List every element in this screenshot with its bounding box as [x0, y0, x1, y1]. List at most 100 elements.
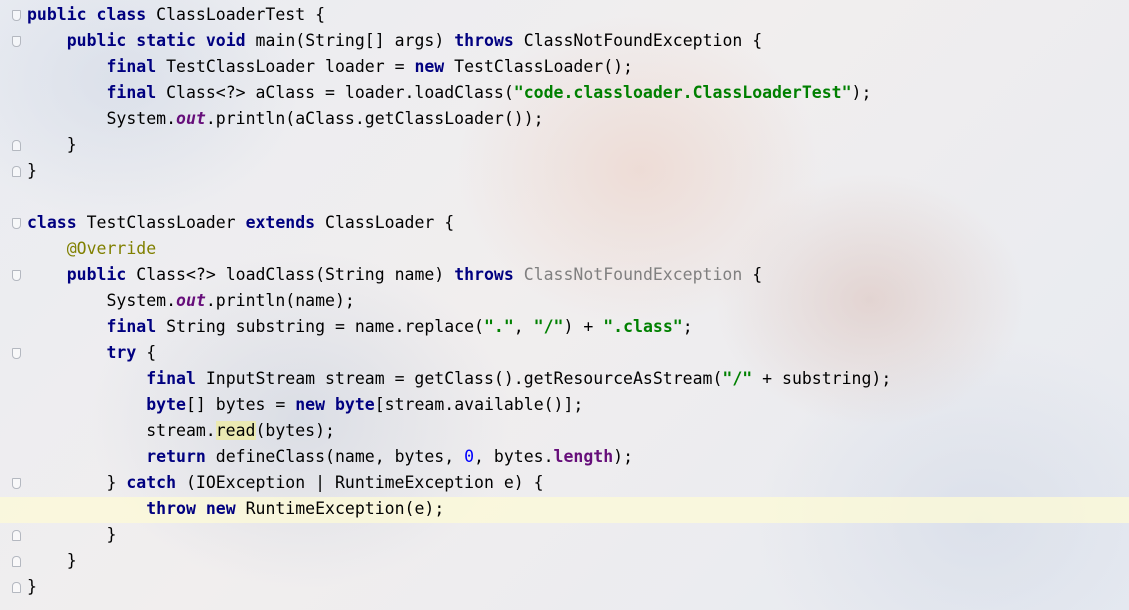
- code-token: }: [27, 135, 77, 154]
- code-line[interactable]: [27, 184, 891, 210]
- code-line[interactable]: throw new RuntimeException(e);: [27, 496, 891, 522]
- fold-open-icon[interactable]: [12, 478, 21, 489]
- code-token: }: [27, 525, 117, 544]
- code-token: public: [66, 31, 127, 50]
- code-token: @Override: [66, 239, 157, 258]
- code-token: new: [295, 395, 326, 414]
- code-token: }: [27, 473, 127, 492]
- code-line[interactable]: final InputStream stream = getClass().ge…: [27, 366, 891, 392]
- code-token: .println(name);: [205, 291, 355, 310]
- code-line[interactable]: }: [27, 574, 891, 600]
- code-token: ClassLoaderTest {: [146, 5, 326, 24]
- code-token: }: [27, 577, 37, 596]
- code-token: public: [66, 265, 127, 284]
- fold-open-icon[interactable]: [12, 270, 21, 281]
- code-token: return: [146, 447, 206, 466]
- fold-close-icon[interactable]: [12, 530, 21, 541]
- code-line[interactable]: }: [27, 132, 891, 158]
- code-token: TestClassLoader loader =: [156, 57, 415, 76]
- code-line[interactable]: public static void main(String[] args) t…: [27, 28, 891, 54]
- code-token: "code.classloader.ClassLoaderTest": [513, 83, 852, 102]
- editor-gutter: [0, 0, 22, 610]
- code-token: throws: [454, 265, 514, 284]
- code-token: }: [27, 551, 77, 570]
- code-token: byte: [146, 395, 186, 414]
- code-token: TestClassLoader();: [444, 57, 633, 76]
- fold-open-icon[interactable]: [12, 10, 21, 21]
- fold-close-icon[interactable]: [12, 166, 21, 177]
- code-line[interactable]: final String substring = name.replace(".…: [27, 314, 891, 340]
- code-token: byte: [335, 395, 375, 414]
- code-token: new: [205, 499, 236, 518]
- code-token: defineClass(name, bytes,: [205, 447, 465, 466]
- code-token: ".": [483, 317, 514, 336]
- code-token: ;: [682, 317, 693, 336]
- fold-open-icon[interactable]: [12, 36, 21, 47]
- code-line[interactable]: class TestClassLoader extends ClassLoade…: [27, 210, 891, 236]
- code-line[interactable]: try {: [27, 340, 891, 366]
- code-token: out: [176, 291, 206, 310]
- code-token: RuntimeException(e);: [235, 499, 445, 518]
- code-token: catch: [126, 473, 177, 492]
- code-token: ,: [513, 317, 534, 336]
- code-token: String substring = name.replace(: [156, 317, 484, 336]
- code-token: .println(aClass.getClassLoader());: [205, 109, 544, 128]
- fold-open-icon[interactable]: [12, 218, 21, 229]
- fold-close-icon[interactable]: [12, 140, 21, 151]
- code-line[interactable]: System.out.println(name);: [27, 288, 891, 314]
- code-token: 0: [464, 447, 475, 466]
- code-token: TestClassLoader: [76, 213, 246, 232]
- code-line[interactable]: final TestClassLoader loader = new TestC…: [27, 54, 891, 80]
- code-token: (bytes);: [255, 421, 335, 440]
- code-line[interactable]: stream.read(bytes);: [27, 418, 891, 444]
- code-line[interactable]: } catch (IOException | RuntimeException …: [27, 470, 891, 496]
- code-line[interactable]: public Class<?> loadClass(String name) t…: [27, 262, 891, 288]
- code-token: System.: [27, 109, 177, 128]
- code-token: static: [136, 31, 196, 50]
- code-token: );: [613, 447, 634, 466]
- fold-close-icon[interactable]: [12, 582, 21, 593]
- code-token: new: [414, 57, 445, 76]
- code-token: + substring);: [752, 369, 892, 388]
- code-line[interactable]: final Class<?> aClass = loader.loadClass…: [27, 80, 891, 106]
- code-line[interactable]: @Override: [27, 236, 891, 262]
- code-token: ".class": [603, 317, 683, 336]
- fold-open-icon[interactable]: [12, 348, 21, 359]
- code-line[interactable]: System.out.println(aClass.getClassLoader…: [27, 106, 891, 132]
- code-line[interactable]: return defineClass(name, bytes, 0, bytes…: [27, 444, 891, 470]
- code-token: void: [205, 31, 246, 50]
- fold-close-icon[interactable]: [12, 556, 21, 567]
- code-token: ClassNotFoundException {: [513, 31, 763, 50]
- code-line[interactable]: public class ClassLoaderTest {: [27, 2, 891, 28]
- code-token: , bytes.: [474, 447, 554, 466]
- code-line[interactable]: byte[] bytes = new byte[stream.available…: [27, 392, 891, 418]
- code-line[interactable]: }: [27, 522, 891, 548]
- code-token: throws: [454, 31, 514, 50]
- code-token: class: [27, 213, 77, 232]
- code-token: throw: [146, 499, 196, 518]
- code-token: }: [27, 161, 37, 180]
- code-token: final: [106, 83, 157, 102]
- code-line[interactable]: }: [27, 158, 891, 184]
- code-token: read: [215, 421, 256, 440]
- code-token: try: [106, 343, 137, 362]
- code-line[interactable]: }: [27, 548, 891, 574]
- code-token: ) +: [563, 317, 604, 336]
- code-token: Class<?> aClass = loader.loadClass(: [156, 83, 514, 102]
- code-token: out: [176, 109, 206, 128]
- code-editor[interactable]: public class ClassLoaderTest { public st…: [27, 2, 891, 600]
